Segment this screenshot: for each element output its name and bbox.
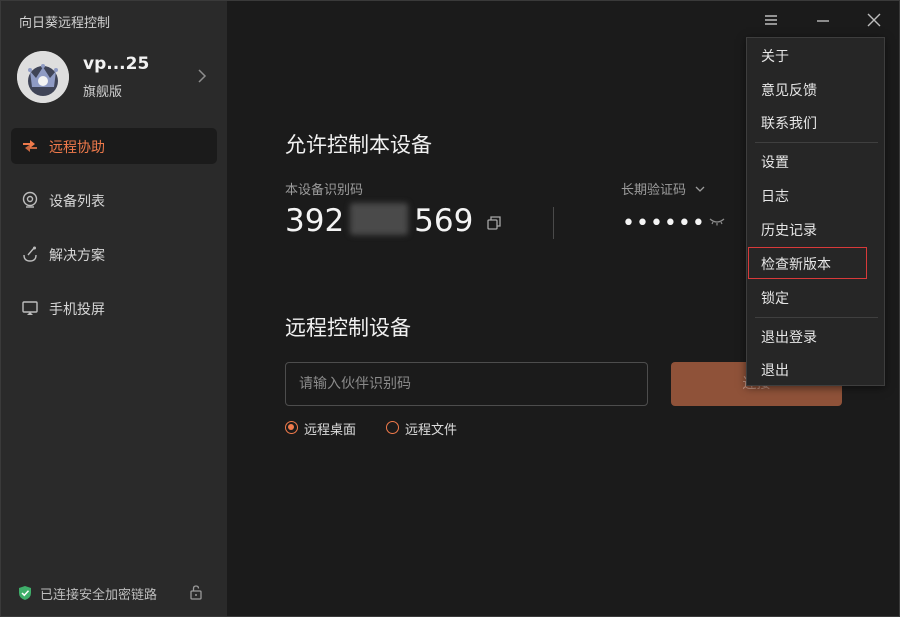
radio-label: 远程桌面 <box>304 423 357 438</box>
crown-icon <box>17 51 69 103</box>
allow-control-title: 允许控制本设备 <box>285 133 432 157</box>
nav-label: 设备列表 <box>49 194 105 210</box>
radio-selected-icon <box>285 421 298 434</box>
screen-cast-icon <box>22 301 38 315</box>
menu-item-settings[interactable]: 设置 <box>747 146 884 176</box>
verification-code-dropdown[interactable]: 长期验证码 <box>621 179 706 198</box>
close-icon[interactable] <box>865 11 883 29</box>
user-plan: 旗舰版 <box>83 85 123 100</box>
device-id-suffix: 569 <box>414 203 474 239</box>
nav-label: 解决方案 <box>49 248 105 264</box>
device-list-icon <box>22 191 38 208</box>
lock-icon[interactable] <box>189 584 203 600</box>
menu-item-log[interactable]: 日志 <box>747 180 884 210</box>
main-menu-dropdown: 关于 意见反馈 联系我们 设置 日志 历史记录 检查新版本 锁定 退出登录 退出 <box>746 37 885 386</box>
copy-icon[interactable] <box>486 215 502 231</box>
profile-card[interactable]: vp...25 旗舰版 <box>17 51 213 103</box>
menu-item-check-update[interactable]: 检查新版本 <box>748 247 867 279</box>
nav-label: 手机投屏 <box>49 302 105 318</box>
device-id: 392 569 <box>285 203 473 243</box>
nav-item-screen-cast[interactable]: 手机投屏 <box>11 290 217 326</box>
verification-code-value: •••••• <box>622 211 706 236</box>
radio-unselected-icon <box>386 421 399 434</box>
menu-divider <box>755 317 878 318</box>
app-title: 向日葵远程控制 <box>19 16 111 31</box>
remote-assist-icon <box>23 140 37 152</box>
chevron-down-icon <box>695 186 705 192</box>
menu-item-exit[interactable]: 退出 <box>747 354 884 384</box>
radio-label: 远程文件 <box>405 423 458 438</box>
menu-item-contact[interactable]: 联系我们 <box>747 107 884 137</box>
nav-item-device-list[interactable]: 设备列表 <box>11 182 217 218</box>
shield-check-icon <box>19 586 31 600</box>
verification-code-label: 长期验证码 <box>621 183 687 198</box>
menu-item-logout[interactable]: 退出登录 <box>747 321 884 351</box>
secure-status-text: 已连接安全加密链路 <box>40 588 158 603</box>
avatar[interactable] <box>17 51 69 103</box>
menu-item-lock[interactable]: 锁定 <box>747 282 884 312</box>
divider <box>553 207 554 239</box>
menu-divider <box>755 142 878 143</box>
user-name: vp...25 <box>83 54 150 74</box>
secure-status: 已连接安全加密链路 <box>18 584 208 603</box>
nav-label: 远程协助 <box>49 140 105 156</box>
menu-icon[interactable] <box>762 11 780 29</box>
device-id-prefix: 392 <box>285 203 345 239</box>
remote-control-title: 远程控制设备 <box>285 316 411 340</box>
menu-item-feedback[interactable]: 意见反馈 <box>747 74 884 104</box>
nav-item-remote-assist[interactable]: 远程协助 <box>11 128 217 164</box>
menu-item-history[interactable]: 历史记录 <box>747 214 884 244</box>
chevron-right-icon[interactable] <box>195 67 209 85</box>
menu-item-about[interactable]: 关于 <box>747 40 884 70</box>
app-window: 向日葵远程控制 vp...25 旗舰版 远程协助 设备列表 解决方案 手机投屏 … <box>0 0 900 617</box>
device-id-blurred <box>350 203 409 235</box>
device-id-label: 本设备识别码 <box>285 183 364 198</box>
solution-icon <box>23 246 37 262</box>
sidebar: 向日葵远程控制 vp...25 旗舰版 远程协助 设备列表 解决方案 手机投屏 … <box>1 1 227 616</box>
eye-closed-icon[interactable] <box>708 215 726 227</box>
partner-id-input[interactable] <box>285 362 648 406</box>
nav-item-solution[interactable]: 解决方案 <box>11 236 217 272</box>
minimize-icon[interactable] <box>814 11 832 29</box>
